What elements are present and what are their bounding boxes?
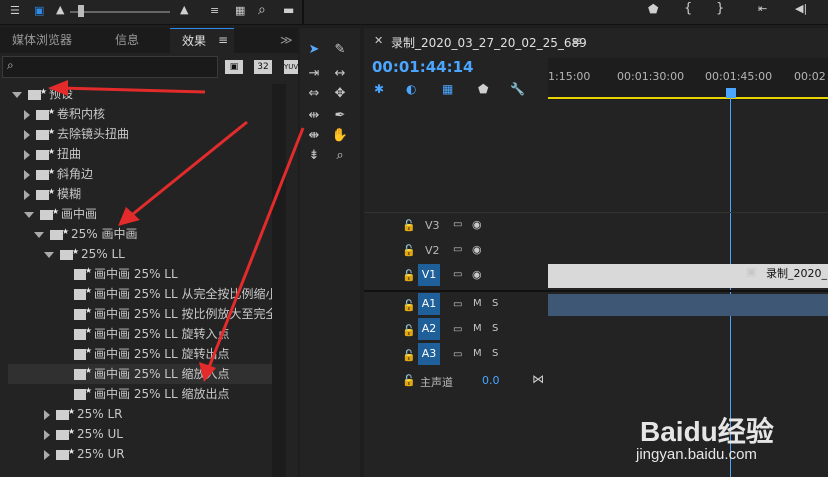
annotation-arrow — [59, 86, 206, 94]
annotation-overlay — [48, 80, 305, 382]
annotation-arrowhead — [48, 80, 68, 96]
annotation-arrowhead — [199, 362, 216, 382]
annotation-arrow — [127, 120, 248, 220]
annotation-arrow — [206, 127, 305, 371]
